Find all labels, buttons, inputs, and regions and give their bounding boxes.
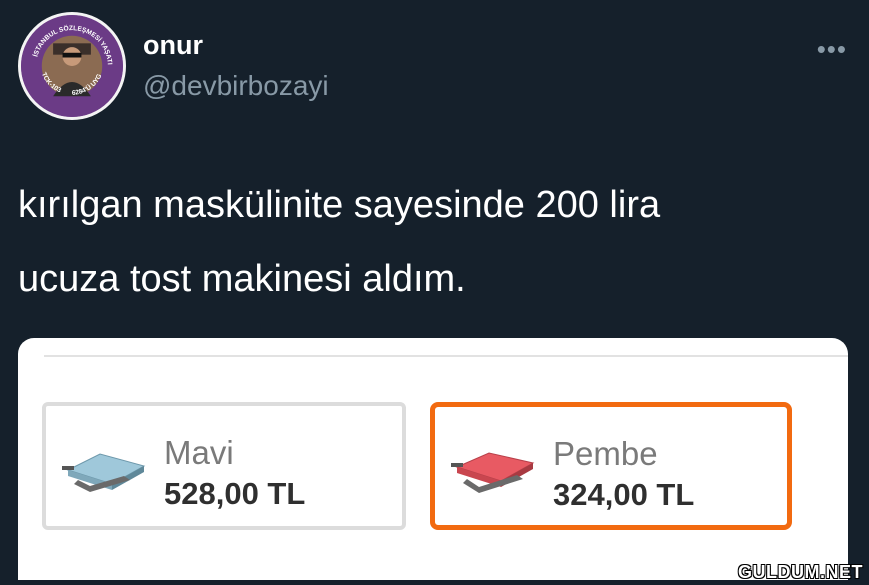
toaster-blue-icon	[62, 453, 146, 492]
user-handle[interactable]: @devbirbozayi	[143, 70, 329, 102]
display-name[interactable]: onur	[143, 30, 203, 61]
option-name: Pembe	[553, 435, 658, 472]
option-card-pembe[interactable]: Pembe 324,00 TL	[430, 402, 792, 530]
tweet-text: kırılgan maskülinite sayesinde 200 lira …	[18, 168, 838, 316]
option-name: Mavi	[164, 434, 234, 471]
divider	[44, 355, 848, 357]
option-price: 528,00 TL	[164, 476, 306, 511]
watermark: GULDUM.NET	[738, 562, 863, 582]
avatar[interactable]: İSTANBUL SÖZLEŞMESİ YAŞATIR TCK-103 6284…	[18, 12, 126, 120]
toaster-pink-icon	[451, 452, 535, 493]
option-card-mavi[interactable]: Mavi 528,00 TL	[42, 402, 406, 530]
avatar-badge-icon: İSTANBUL SÖZLEŞMESİ YAŞATIR TCK-103 6284…	[21, 15, 123, 117]
tweet-text-line-2: ucuza tost makinesi aldım.	[18, 258, 466, 300]
tweet-media-image[interactable]: Mavi 528,00 TL Pembe 324,00 TL	[18, 338, 848, 580]
more-options-icon[interactable]: •••	[817, 34, 847, 65]
tweet-text-line-1: kırılgan maskülinite sayesinde 200 lira	[18, 184, 661, 226]
tweet: İSTANBUL SÖZLEŞMESİ YAŞATIR TCK-103 6284…	[0, 0, 869, 585]
option-price: 324,00 TL	[553, 477, 695, 512]
